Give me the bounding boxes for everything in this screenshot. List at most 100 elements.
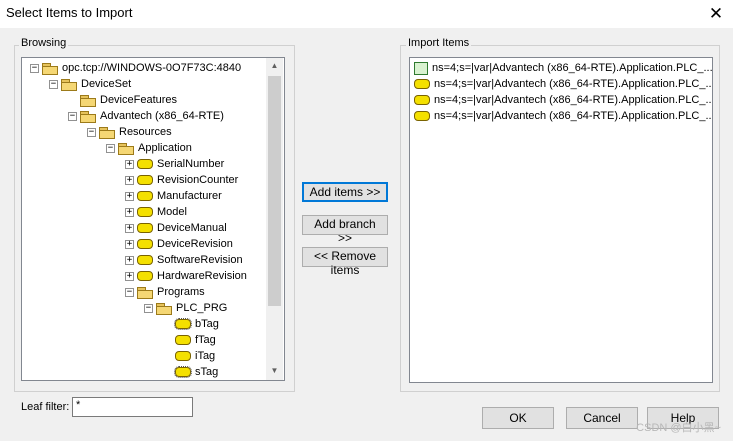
ok-button[interactable]: OK bbox=[482, 407, 554, 429]
browsing-label: Browsing bbox=[19, 37, 69, 49]
tree-node-label: DeviceFeatures bbox=[100, 94, 178, 106]
import-item[interactable]: ns=4;s=|var|Advantech (x86_64-RTE).Appli… bbox=[414, 76, 712, 92]
expand-icon[interactable]: + bbox=[125, 255, 134, 265]
tag-icon bbox=[414, 111, 430, 121]
add-items-button[interactable]: Add items >> bbox=[302, 182, 388, 202]
expand-icon[interactable]: + bbox=[125, 159, 134, 169]
tree-node-label: Application bbox=[138, 142, 192, 154]
tree-node[interactable]: + Model bbox=[125, 204, 187, 220]
tree-node[interactable]: iTag bbox=[163, 348, 215, 364]
tree-node-label: Resources bbox=[119, 126, 172, 138]
tag-icon bbox=[137, 159, 153, 169]
tag-icon bbox=[137, 191, 153, 201]
tree-node-label: DeviceSet bbox=[81, 78, 132, 90]
leaf-filter-label: Leaf filter: bbox=[21, 401, 70, 413]
expand-icon[interactable]: + bbox=[125, 223, 134, 233]
scroll-up-icon[interactable]: ▲ bbox=[266, 58, 283, 74]
tree-node[interactable]: bTag bbox=[163, 316, 219, 332]
scroll-down-icon[interactable]: ▼ bbox=[266, 363, 283, 379]
import-list[interactable]: ns=4;s=|var|Advantech (x86_64-RTE).Appli… bbox=[409, 57, 713, 383]
tree-node[interactable]: sTag bbox=[163, 364, 218, 380]
browse-tree[interactable]: − opc.tcp://WINDOWS-0O7F73C:4840− DeviceSe… bbox=[21, 57, 285, 381]
collapse-icon[interactable]: − bbox=[87, 127, 96, 137]
expand-icon[interactable]: + bbox=[125, 207, 134, 217]
import-item-label: ns=4;s=|var|Advantech (x86_64-RTE).Appli… bbox=[432, 62, 713, 74]
import-item[interactable]: ns=4;s=|var|Advantech (x86_64-RTE).Appli… bbox=[414, 108, 713, 124]
collapse-icon[interactable]: − bbox=[125, 287, 134, 297]
leaf-filter-input[interactable]: * bbox=[72, 397, 193, 417]
tree-node-label: RevisionCounter bbox=[157, 174, 239, 186]
tree-node[interactable]: − PLC_PRG bbox=[144, 300, 227, 316]
tag-icon bbox=[414, 79, 430, 89]
folder-icon bbox=[80, 110, 96, 123]
tree-node[interactable]: + SoftwareRevision bbox=[125, 252, 243, 268]
tag-icon bbox=[137, 271, 153, 281]
tag-icon bbox=[137, 255, 153, 265]
import-item[interactable]: ns=4;s=|var|Advantech (x86_64-RTE).Appli… bbox=[414, 92, 713, 108]
tree-node[interactable]: + DeviceRevision bbox=[125, 236, 233, 252]
tree-node-label: opc.tcp://WINDOWS-0O7F73C:4840 bbox=[62, 62, 242, 74]
expand-icon[interactable]: + bbox=[125, 191, 134, 201]
tree-node[interactable]: + DeviceManual bbox=[125, 220, 227, 236]
import-item-label: ns=4;s=|var|Advantech (x86_64-RTE).Appli… bbox=[434, 110, 713, 122]
tree-node-label: SerialNumber bbox=[157, 158, 225, 170]
tree-node-label: PLC_PRG bbox=[176, 302, 228, 314]
tag-icon bbox=[137, 223, 153, 233]
tree-node-label: bTag bbox=[195, 318, 219, 330]
tree-node-label: Programs bbox=[157, 286, 205, 298]
selected-tag-icon bbox=[414, 61, 428, 75]
window-title: Select Items to Import bbox=[6, 5, 133, 20]
folder-icon bbox=[80, 94, 96, 107]
tree-node[interactable]: − Application bbox=[106, 140, 192, 156]
tree-node[interactable]: − DeviceSet bbox=[49, 76, 131, 92]
tree-node-label: HardwareRevision bbox=[157, 270, 247, 282]
tag-icon bbox=[414, 95, 430, 105]
tree-node-label: Advantech (x86_64-RTE) bbox=[100, 110, 224, 122]
title-bar: Select Items to Import ✕ bbox=[0, 0, 733, 28]
import-label: Import Items bbox=[406, 37, 472, 49]
cancel-button[interactable]: Cancel bbox=[566, 407, 638, 429]
folder-icon bbox=[156, 302, 172, 315]
tag-icon bbox=[174, 366, 192, 378]
remove-items-button[interactable]: << Remove items bbox=[302, 247, 388, 277]
tree-node-label: Manufacturer bbox=[157, 190, 222, 202]
folder-icon bbox=[118, 142, 134, 155]
expand-icon[interactable]: + bbox=[125, 271, 134, 281]
tree-node[interactable]: − Resources bbox=[87, 124, 172, 140]
import-item[interactable]: ns=4;s=|var|Advantech (x86_64-RTE).Appli… bbox=[414, 60, 713, 76]
tree-node[interactable]: + SerialNumber bbox=[125, 156, 224, 172]
tag-icon bbox=[137, 239, 153, 249]
tree-node[interactable]: − Advantech (x86_64-RTE) bbox=[68, 108, 224, 124]
close-icon[interactable]: ✕ bbox=[699, 0, 733, 28]
tree-node-label: sTag bbox=[195, 366, 219, 378]
tag-icon bbox=[137, 207, 153, 217]
collapse-icon[interactable]: − bbox=[144, 303, 153, 313]
tree-scrollbar[interactable]: ▲ ▼ bbox=[266, 58, 283, 380]
tree-node[interactable]: − opc.tcp://WINDOWS-0O7F73C:4840 bbox=[30, 60, 241, 76]
tree-node[interactable]: + HardwareRevision bbox=[125, 268, 247, 284]
folder-icon bbox=[61, 78, 77, 91]
scroll-thumb[interactable] bbox=[268, 76, 281, 306]
expand-icon[interactable]: + bbox=[125, 175, 134, 185]
folder-icon bbox=[42, 62, 58, 75]
tree-node[interactable]: fTag bbox=[163, 332, 216, 348]
folder-icon bbox=[99, 126, 115, 139]
tree-node-label: DeviceManual bbox=[157, 222, 227, 234]
import-item-label: ns=4;s=|var|Advantech (x86_64-RTE).Appli… bbox=[434, 94, 713, 106]
tree-node-label: DeviceRevision bbox=[157, 238, 233, 250]
tree-node[interactable]: DeviceFeatures bbox=[68, 92, 177, 108]
collapse-icon[interactable]: − bbox=[106, 143, 115, 153]
tree-node[interactable]: − Programs bbox=[125, 284, 205, 300]
folder-icon bbox=[137, 286, 153, 299]
collapse-icon[interactable]: − bbox=[49, 79, 58, 89]
tree-node[interactable]: + RevisionCounter bbox=[125, 172, 238, 188]
tree-node-label: Model bbox=[157, 206, 187, 218]
tree-node-label: SoftwareRevision bbox=[157, 254, 243, 266]
collapse-icon[interactable]: − bbox=[30, 63, 39, 73]
add-branch-button[interactable]: Add branch >> bbox=[302, 215, 388, 245]
tag-icon bbox=[175, 335, 191, 345]
collapse-icon[interactable]: − bbox=[68, 111, 77, 121]
tree-node[interactable]: + Manufacturer bbox=[125, 188, 222, 204]
tag-icon bbox=[175, 351, 191, 361]
expand-icon[interactable]: + bbox=[125, 239, 134, 249]
